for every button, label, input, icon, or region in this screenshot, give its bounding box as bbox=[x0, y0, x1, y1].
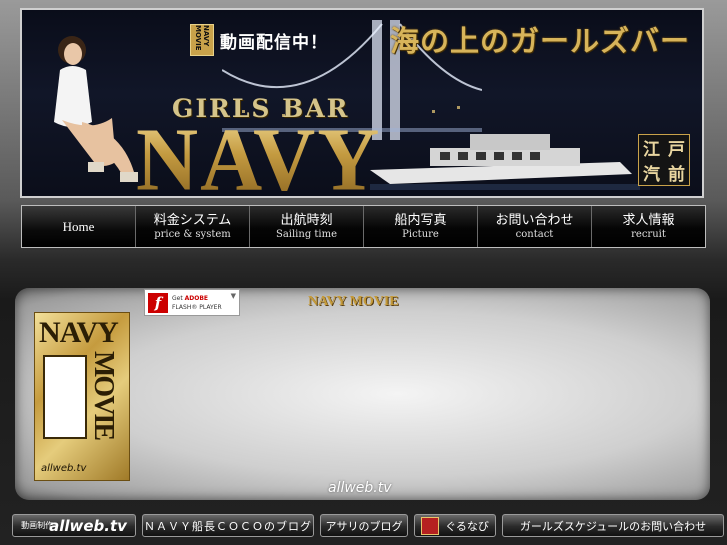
nav-item-price-system[interactable]: 料金システム price & system bbox=[136, 206, 250, 247]
nav-item-sailing-time[interactable]: 出航時刻 Sailing time bbox=[250, 206, 364, 247]
nav-item-sublabel: recruit bbox=[631, 228, 666, 240]
navy-movie-badge: NAVY MOVIE bbox=[190, 24, 214, 56]
nav-item-label: 料金システム bbox=[153, 212, 232, 228]
gnavi-link[interactable]: ぐるなび bbox=[414, 514, 496, 537]
navy-movie-plate: NAVY MOVIE allweb.tv bbox=[34, 312, 130, 481]
nav-item-label: お問い合わせ bbox=[495, 212, 574, 228]
nav-item-sublabel: price & system bbox=[154, 228, 231, 240]
gnavi-icon bbox=[421, 516, 440, 535]
asari-blog-link[interactable]: アサリのブログ bbox=[320, 514, 408, 537]
allweb-banner[interactable]: 動画制作 allweb.tv bbox=[12, 514, 136, 537]
nav-item-label: 求人情報 bbox=[622, 212, 675, 228]
footer-links: 動画制作 allweb.tv ＮＡＶＹ船長ＣＯＣＯのブログ アサリのブログ ぐる… bbox=[0, 514, 727, 545]
main-nav: Home 料金システム price & system 出航時刻 Sailing … bbox=[21, 205, 706, 248]
nav-item-recruit[interactable]: 求人情報 recruit bbox=[592, 206, 705, 247]
get-flash-player-button[interactable]: f Get ADOBE FLASH® PLAYER ▼ bbox=[144, 289, 240, 316]
nav-item-label: 船内写真 bbox=[394, 212, 447, 228]
flash-get-label: Get bbox=[172, 294, 183, 302]
flash-player-label: FLASH® PLAYER bbox=[172, 303, 222, 311]
tagline: 海の上のガールズバー bbox=[389, 24, 690, 58]
download-arrow-icon: ▼ bbox=[230, 292, 236, 300]
allweb-small-label: 動画制作 bbox=[21, 520, 54, 530]
schedule-inquiry-link[interactable]: ガールズスケジュールのお問い合わせ bbox=[502, 514, 724, 537]
allweb-big-label: allweb.tv bbox=[49, 516, 127, 535]
nav-item-sublabel: contact bbox=[515, 228, 554, 240]
plate-window bbox=[43, 355, 87, 439]
plate-brand: allweb.tv bbox=[41, 463, 87, 474]
nav-item-picture[interactable]: 船内写真 Picture bbox=[364, 206, 478, 247]
nav-item-sublabel: Sailing time bbox=[275, 228, 338, 240]
seal-char: 前 bbox=[668, 165, 685, 185]
navy-logo: NAVY bbox=[136, 114, 381, 196]
seal-char: 江 bbox=[643, 140, 660, 160]
plate-movie-text: MOVIE bbox=[88, 351, 119, 439]
seal-char: 戸 bbox=[668, 140, 685, 160]
nav-item-label: Home bbox=[62, 218, 95, 234]
seal-char: 汽 bbox=[643, 165, 660, 185]
flash-icon: f bbox=[148, 292, 168, 313]
allweb-watermark: allweb.tv bbox=[328, 480, 392, 496]
nav-item-label: 出航時刻 bbox=[280, 212, 333, 228]
flash-adobe-label: ADOBE bbox=[184, 294, 209, 302]
coco-blog-link[interactable]: ＮＡＶＹ船長ＣＯＣＯのブログ bbox=[142, 514, 314, 537]
streaming-label: 動画配信中！ bbox=[220, 32, 328, 53]
nav-item-home[interactable]: Home bbox=[22, 206, 136, 247]
gnavi-label: ぐるなび bbox=[445, 519, 489, 533]
plate-navy-text: NAVY bbox=[39, 316, 119, 349]
edo-kisen-seal: 江 戸 汽 前 bbox=[638, 134, 690, 186]
nav-item-sublabel: Picture bbox=[402, 228, 439, 240]
movie-panel-title: NAVY MOVIE bbox=[308, 294, 399, 309]
nav-item-contact[interactable]: お問い合わせ contact bbox=[478, 206, 592, 247]
streaming-notice: NAVY MOVIE 動画配信中！ bbox=[190, 24, 328, 56]
boat-graphic bbox=[370, 134, 640, 190]
header-banner: NAVY MOVIE 動画配信中！ 海の上のガールズバー GIRLS BAR N… bbox=[20, 8, 704, 198]
